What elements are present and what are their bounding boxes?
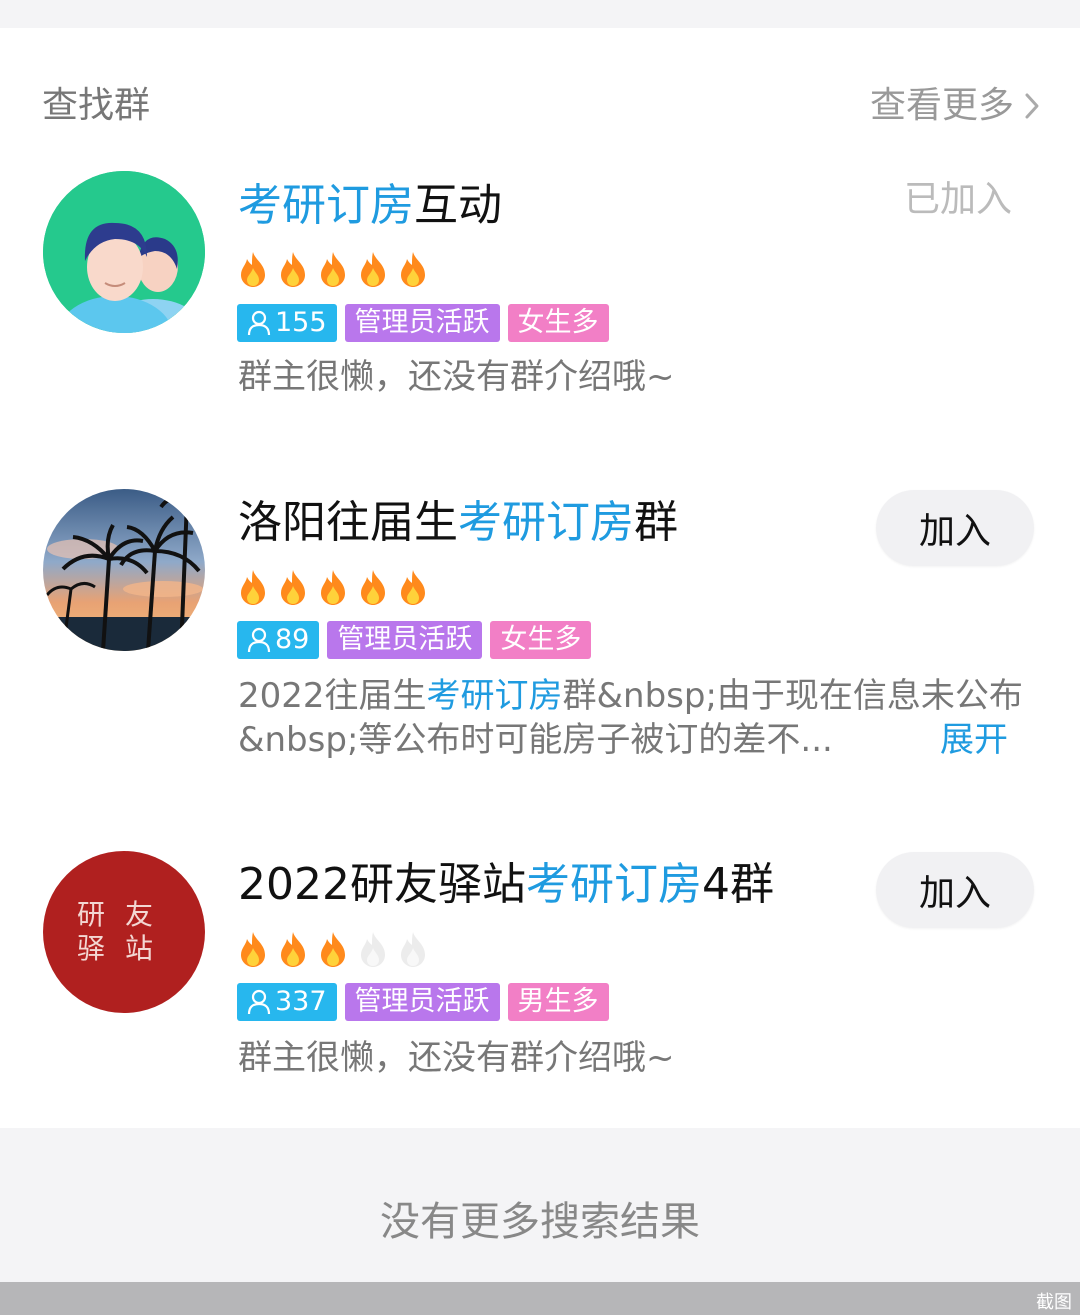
group-avatar[interactable] (43, 489, 205, 651)
flame-icon-empty (361, 932, 385, 967)
flame-icon (281, 570, 305, 605)
flame-icon (401, 252, 425, 287)
admin-active-tag: 管理员活跃 (344, 304, 500, 342)
member-count-tag: 155 (237, 304, 337, 342)
person-icon (247, 989, 271, 1015)
activity-flames (237, 930, 429, 968)
group-description: 群主很懒，还没有群介绍哦~ (238, 1038, 675, 1078)
search-result-card: 查找群 查看更多 考研订房互动 155 管理员活跃 女生多 群主很懒，还没有群介… (0, 28, 1080, 1128)
flame-icon (241, 570, 265, 605)
view-more-link[interactable]: 查看更多 (870, 84, 1040, 128)
screenshot-label: 截图 (1036, 1292, 1072, 1313)
person-icon (247, 627, 271, 653)
flame-icon-empty (401, 932, 425, 967)
bottom-bar: 截图 (0, 1282, 1080, 1315)
join-button[interactable]: 加入 (876, 490, 1034, 566)
group-tags: 337 管理员活跃 男生多 (237, 983, 609, 1021)
section-title: 查找群 (42, 85, 151, 126)
people-avatar-icon (43, 171, 205, 333)
flame-icon (321, 570, 345, 605)
gender-tag: 女生多 (490, 621, 592, 659)
flame-icon (281, 252, 305, 287)
activity-flames (237, 568, 429, 606)
person-icon (247, 310, 271, 336)
admin-active-tag: 管理员活跃 (344, 983, 500, 1021)
member-count-tag: 89 (237, 621, 320, 659)
gender-tag: 女生多 (507, 304, 609, 342)
group-name[interactable]: 考研订房互动 (238, 178, 502, 234)
avatar-text-grid: 研 友 驿 站 (77, 898, 154, 965)
flame-icon (361, 252, 385, 287)
flame-icon (361, 570, 385, 605)
group-name[interactable]: 2022研友驿站考研订房4群 (238, 857, 774, 913)
flame-icon (321, 932, 345, 967)
activity-flames (237, 250, 429, 288)
chevron-right-icon (1025, 93, 1039, 119)
group-name[interactable]: 洛阳往届生考研订房群 (238, 495, 678, 551)
group-description: 群主很懒，还没有群介绍哦~ (238, 357, 675, 397)
flame-icon (401, 570, 425, 605)
admin-active-tag: 管理员活跃 (327, 621, 483, 659)
group-description: 2022往届生考研订房群&nbsp;由于现在信息未公布&nbsp;等公布时可能房… (238, 676, 1023, 762)
group-avatar[interactable] (43, 171, 205, 333)
flame-icon (321, 252, 345, 287)
group-tags: 155 管理员活跃 女生多 (237, 304, 609, 342)
no-more-results: 没有更多搜索结果 (380, 1199, 700, 1245)
view-more-label: 查看更多 (869, 85, 1014, 126)
flame-icon (241, 932, 265, 967)
group-tags: 89 管理员活跃 女生多 (237, 621, 592, 659)
group-avatar[interactable]: 研 友 驿 站 (43, 851, 205, 1013)
palm-sunset-avatar (43, 489, 205, 651)
join-button[interactable]: 加入 (876, 852, 1034, 928)
expand-link[interactable]: 展开 (940, 718, 1008, 762)
member-count-tag: 337 (237, 983, 337, 1021)
joined-status: 已加入 (903, 179, 1012, 220)
gender-tag: 男生多 (507, 983, 609, 1021)
flame-icon (241, 252, 265, 287)
flame-icon (281, 932, 305, 967)
